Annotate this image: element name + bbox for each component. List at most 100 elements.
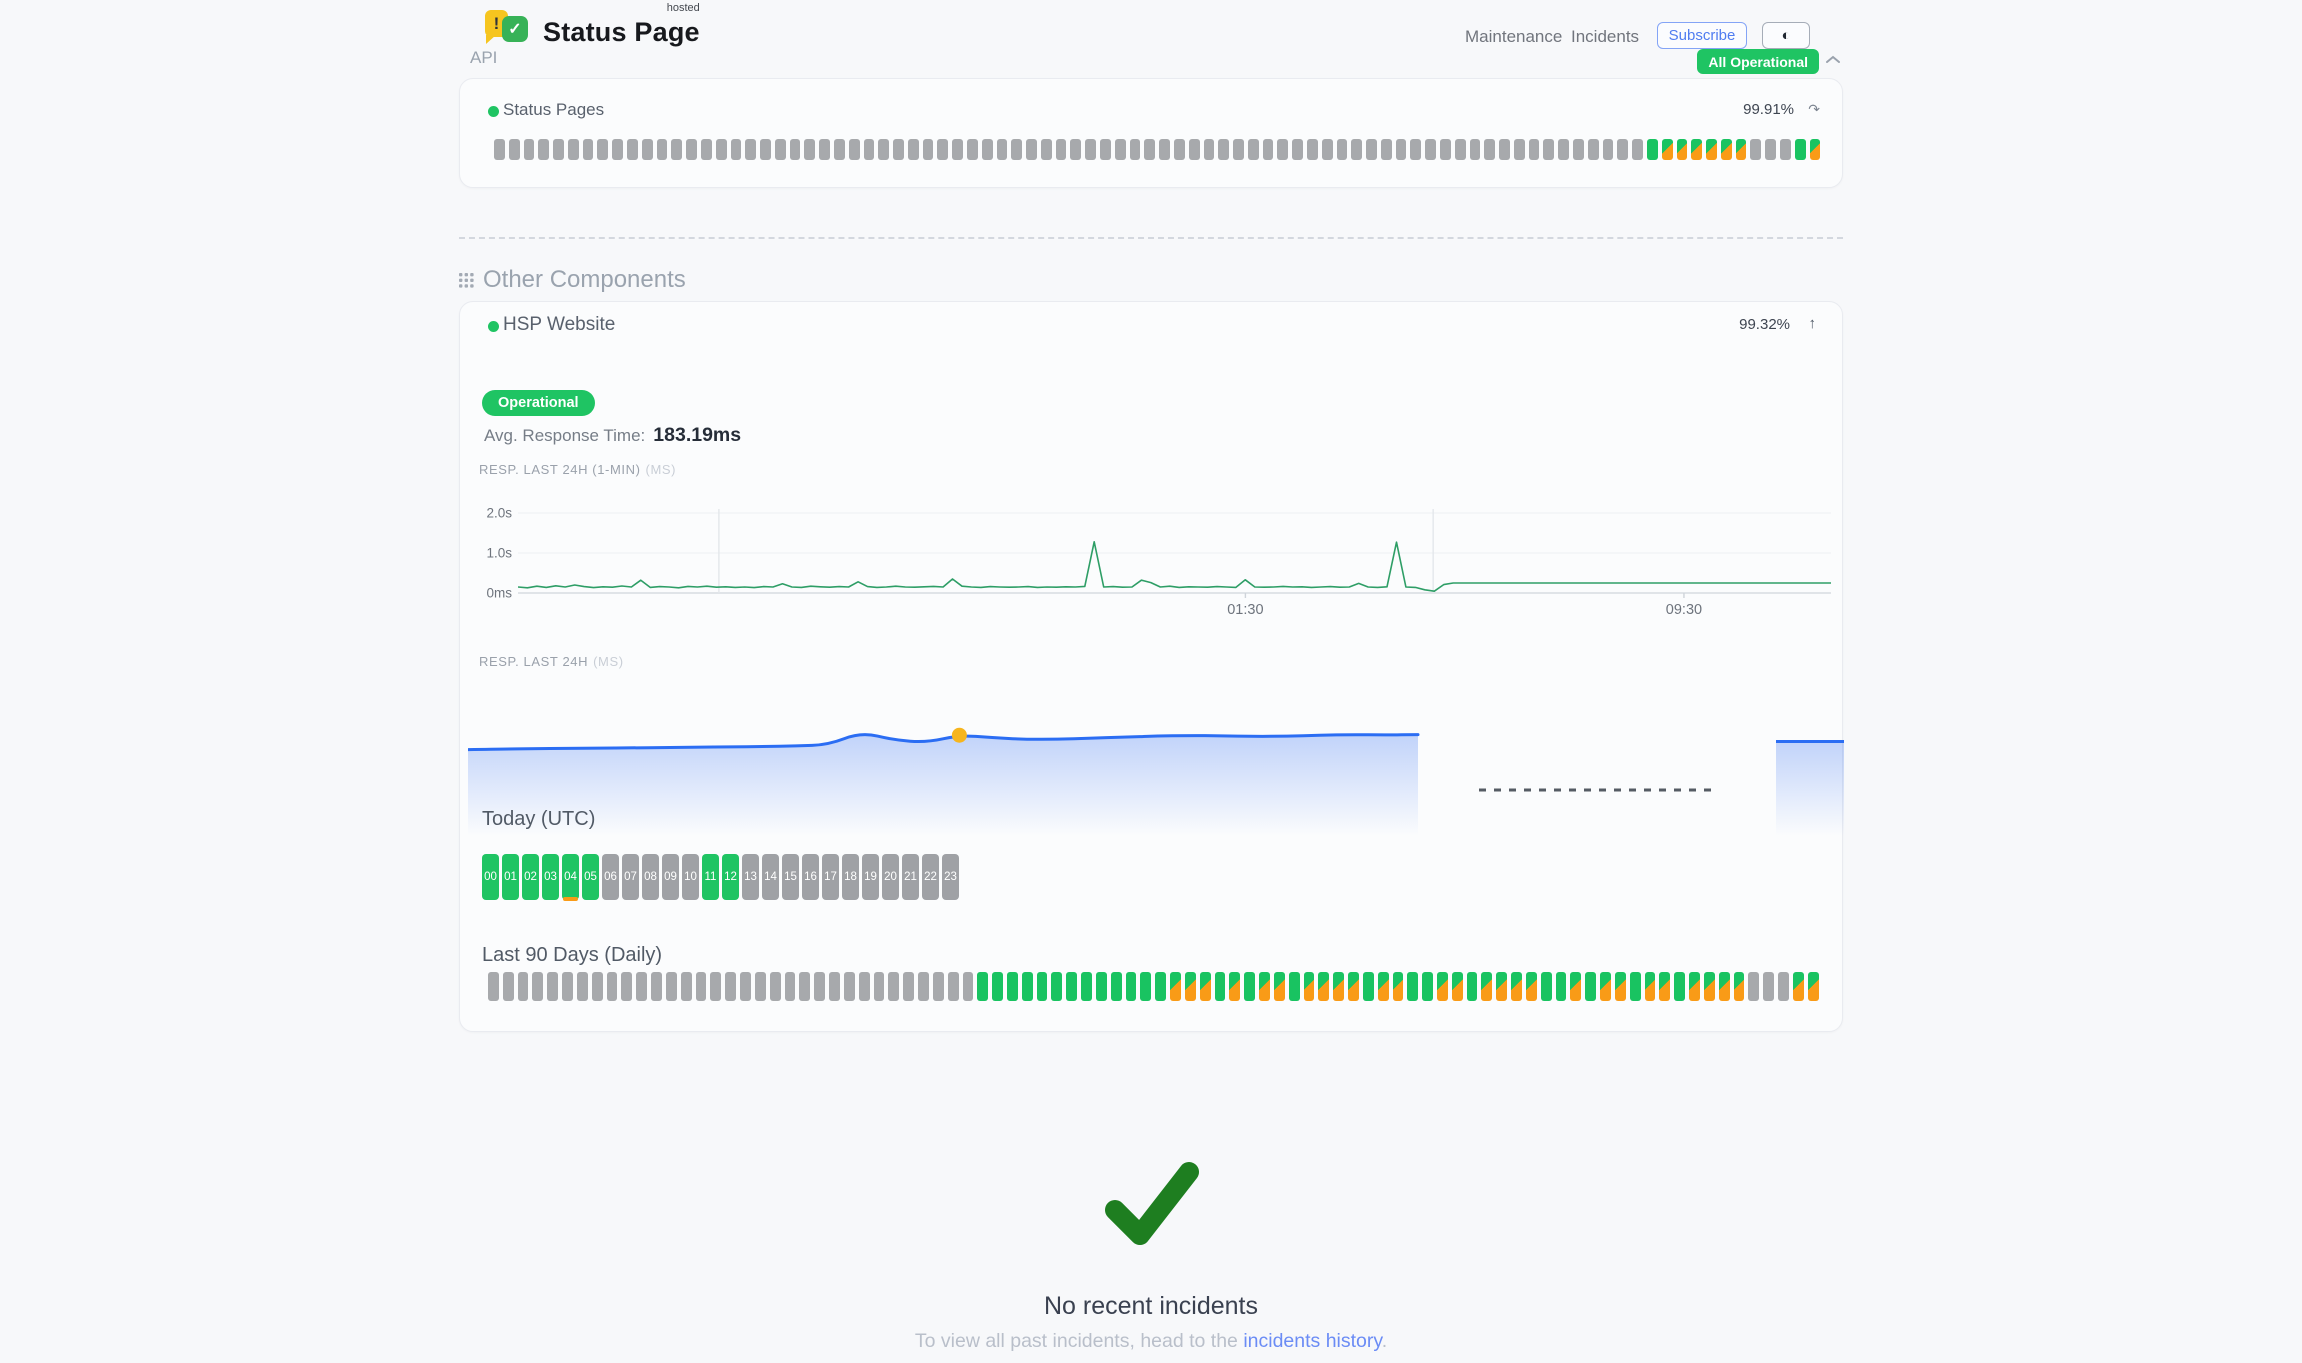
uptime-bar[interactable] [547, 972, 558, 1001]
uptime-bar[interactable] [1155, 972, 1166, 1001]
uptime-bar[interactable] [745, 139, 756, 160]
uptime-bar[interactable] [1514, 139, 1525, 160]
uptime-bar[interactable] [814, 972, 825, 1001]
uptime-bar[interactable] [1307, 139, 1318, 160]
uptime-bar[interactable] [1022, 972, 1033, 1001]
uptime-bar[interactable] [849, 139, 860, 160]
subscribe-button[interactable]: Subscribe [1657, 22, 1747, 49]
uptime-bar[interactable] [1189, 139, 1200, 160]
uptime-bar[interactable] [1170, 972, 1181, 1001]
uptime-bar[interactable] [1140, 972, 1151, 1001]
uptime-bar[interactable] [1348, 972, 1359, 1001]
uptime-bar[interactable] [1037, 972, 1048, 1001]
uptime-bar[interactable] [1322, 139, 1333, 160]
uptime-bar[interactable] [1200, 972, 1211, 1001]
uptime-bar[interactable] [1081, 972, 1092, 1001]
uptime-bar[interactable] [1452, 972, 1463, 1001]
uptime-bar[interactable] [1455, 139, 1466, 160]
uptime-bar[interactable] [790, 139, 801, 160]
uptime-bar[interactable] [1259, 972, 1270, 1001]
uptime-bar[interactable] [903, 972, 914, 1001]
uptime-bar[interactable] [1736, 139, 1747, 160]
uptime-bar[interactable] [1810, 139, 1821, 160]
uptime-bar[interactable] [874, 972, 885, 1001]
hour-block-09[interactable]: 09 [662, 854, 679, 900]
uptime-bar[interactable] [1795, 139, 1806, 160]
uptime-bar[interactable] [878, 139, 889, 160]
uptime-bar[interactable] [553, 139, 564, 160]
uptime-bar[interactable] [1674, 972, 1685, 1001]
brand-logo[interactable]: ! ✓ hosted Status Page [485, 8, 700, 48]
uptime-bar[interactable] [1292, 139, 1303, 160]
uptime-bar[interactable] [1174, 139, 1185, 160]
uptime-bar[interactable] [1026, 139, 1037, 160]
hour-block-19[interactable]: 19 [862, 854, 879, 900]
uptime-bar[interactable] [716, 139, 727, 160]
hour-block-22[interactable]: 22 [922, 854, 939, 900]
uptime-bar[interactable] [740, 972, 751, 1001]
refresh-icon[interactable]: ↷ [1808, 101, 1820, 118]
uptime-bar[interactable] [775, 139, 786, 160]
uptime-bar[interactable] [982, 139, 993, 160]
uptime-bar[interactable] [607, 972, 618, 1001]
uptime-bar[interactable] [1407, 972, 1418, 1001]
hour-block-12[interactable]: 12 [722, 854, 739, 900]
uptime-bar[interactable] [1144, 139, 1155, 160]
uptime-bar[interactable] [1126, 972, 1137, 1001]
uptime-bar[interactable] [1600, 972, 1611, 1001]
uptime-bar[interactable] [908, 139, 919, 160]
chevron-up-icon[interactable] [1825, 55, 1841, 64]
hour-block-10[interactable]: 10 [682, 854, 699, 900]
uptime-bar[interactable] [1351, 139, 1362, 160]
uptime-bar[interactable] [1159, 139, 1170, 160]
uptime-bar[interactable] [1529, 139, 1540, 160]
uptime-bar[interactable] [612, 139, 623, 160]
uptime-bar[interactable] [1481, 972, 1492, 1001]
uptime-bar[interactable] [696, 972, 707, 1001]
uptime-bar[interactable] [568, 139, 579, 160]
uptime-bar[interactable] [1274, 972, 1285, 1001]
chart-marker-dot[interactable] [952, 728, 967, 743]
uptime-bar[interactable] [992, 972, 1003, 1001]
uptime-bar[interactable] [1734, 972, 1745, 1001]
uptime-bar[interactable] [592, 972, 603, 1001]
uptime-bar[interactable] [1615, 972, 1626, 1001]
uptime-bar[interactable] [1244, 972, 1255, 1001]
uptime-bar[interactable] [681, 972, 692, 1001]
uptime-bar[interactable] [1496, 972, 1507, 1001]
uptime-bar[interactable] [1662, 139, 1673, 160]
uptime-bar[interactable] [948, 972, 959, 1001]
uptime-bar[interactable] [1425, 139, 1436, 160]
hour-block-02[interactable]: 02 [522, 854, 539, 900]
uptime-bar[interactable] [1556, 972, 1567, 1001]
hour-block-05[interactable]: 05 [582, 854, 599, 900]
uptime-bar[interactable] [1526, 972, 1537, 1001]
uptime-bar[interactable] [651, 972, 662, 1001]
uptime-bar[interactable] [770, 972, 781, 1001]
uptime-bar[interactable] [937, 139, 948, 160]
uptime-bar[interactable] [1437, 972, 1448, 1001]
uptime-bar[interactable] [829, 972, 840, 1001]
uptime-bar[interactable] [1570, 972, 1581, 1001]
uptime-bar[interactable] [1393, 972, 1404, 1001]
uptime-bar[interactable] [1070, 139, 1081, 160]
uptime-bar[interactable] [503, 972, 514, 1001]
uptime-bar[interactable] [1632, 139, 1643, 160]
uptime-bar[interactable] [518, 972, 529, 1001]
uptime-bar[interactable] [1277, 139, 1288, 160]
uptime-bar[interactable] [1289, 972, 1300, 1001]
hour-block-04[interactable]: 04 [562, 854, 579, 900]
hour-block-07[interactable]: 07 [622, 854, 639, 900]
uptime-bar[interactable] [1337, 139, 1348, 160]
uptime-bar[interactable] [1263, 139, 1274, 160]
uptime-bar[interactable] [1011, 139, 1022, 160]
uptime-bar[interactable] [1585, 972, 1596, 1001]
uptime-bar[interactable] [864, 139, 875, 160]
uptime-bar[interactable] [755, 972, 766, 1001]
uptime-bar[interactable] [1748, 972, 1759, 1001]
uptime-bar[interactable] [1396, 139, 1407, 160]
uptime-bar[interactable] [1248, 139, 1259, 160]
hour-block-11[interactable]: 11 [702, 854, 719, 900]
uptime-bar[interactable] [725, 972, 736, 1001]
hour-block-06[interactable]: 06 [602, 854, 619, 900]
